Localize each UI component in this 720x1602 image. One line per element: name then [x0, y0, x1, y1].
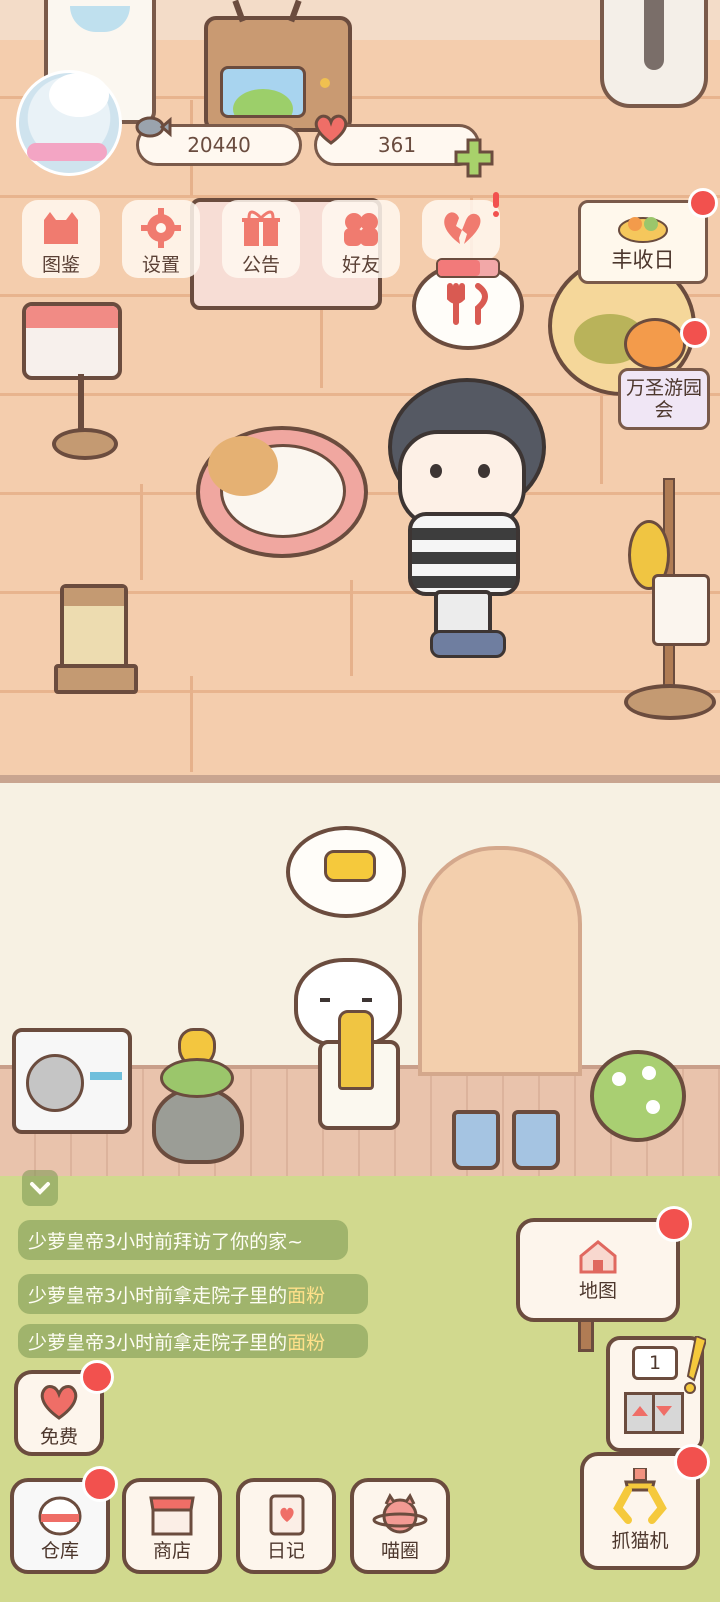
map-label: 地图: [578, 1279, 617, 1302]
floor-seam: [190, 676, 193, 772]
storage-jar-icon: [38, 1496, 82, 1536]
cat-book-icon: [44, 212, 78, 244]
collapse-feed-button[interactable]: [22, 1170, 58, 1206]
add-currency-button[interactable]: [452, 136, 496, 180]
calendar-pole: [78, 374, 84, 434]
arched-door[interactable]: [418, 846, 582, 1076]
player-shoes: [430, 630, 506, 658]
harvest-day-event[interactable]: 丰收日: [578, 200, 708, 284]
menu-friends-label: 好友: [341, 254, 380, 276]
warehouse-label: 仓库: [40, 1540, 79, 1562]
heart-icon: [40, 1385, 78, 1420]
feed-item-text: 少萝皇帝3小时前拿走院子里的: [28, 1331, 288, 1354]
feed-item: 少萝皇帝3小时前拿走院子里的 面粉: [18, 1274, 368, 1314]
free-label: 免费: [39, 1426, 78, 1448]
feed-item-highlight: 面粉: [287, 1331, 326, 1354]
fish-currency-value: 20440: [187, 133, 251, 157]
rain-boot-left: [452, 1110, 500, 1170]
calendar-base: [52, 428, 118, 460]
cat-thought-bubble[interactable]: [286, 826, 406, 918]
menu-announcement-button[interactable]: 公告: [222, 200, 300, 278]
player-body[interactable]: [408, 512, 520, 596]
harvest-notification-dot: [688, 188, 718, 218]
fork-knife-icon: [447, 283, 488, 325]
menu-catalog-button[interactable]: 图鉴: [22, 200, 100, 278]
broom: [338, 1010, 374, 1090]
up-down-arrows-icon: [632, 1406, 672, 1416]
cat-bed[interactable]: [196, 426, 368, 558]
map-button[interactable]: 地图: [516, 1218, 680, 1322]
flower-bush[interactable]: [590, 1050, 686, 1142]
broken-heart-icon: [444, 212, 481, 244]
map-notification-dot: [656, 1206, 692, 1242]
rain-boot-right: [512, 1110, 560, 1170]
feed-item-text: 少萝皇帝3小时前拜访了你的家~: [28, 1230, 304, 1253]
elevator-floor-number: 1: [632, 1346, 678, 1380]
store-icon: [149, 1496, 195, 1536]
bread-icon: [324, 850, 376, 882]
harvest-day-label: 丰收日: [611, 248, 675, 272]
room-divider: [0, 775, 720, 783]
menu-catalog-label: 图鉴: [41, 254, 80, 276]
diary-label: 日记: [266, 1540, 305, 1562]
player-avatar[interactable]: [16, 70, 122, 176]
tulip-leaves: [160, 1058, 234, 1098]
meow-circle-label: 喵圈: [380, 1540, 419, 1562]
menu-announcement-label: 公告: [241, 254, 280, 276]
diary-button[interactable]: 日记: [236, 1478, 336, 1574]
coat-rack-base: [624, 684, 716, 720]
diary-book-icon: [269, 1494, 305, 1536]
friends-icon: [344, 213, 378, 246]
floor-seam: [140, 484, 143, 580]
cat-planet-icon: [372, 1493, 428, 1534]
hunger-meter: [436, 258, 500, 278]
feed-item: 少萝皇帝3小时前拿走院子里的 面粉: [18, 1324, 368, 1358]
air-purifier[interactable]: [600, 0, 708, 108]
apron[interactable]: [652, 574, 710, 646]
free-notification-dot: [80, 1360, 114, 1394]
harvest-basket-icon: [618, 217, 668, 243]
calendar-stand[interactable]: [22, 302, 122, 380]
floor-seam: [350, 580, 353, 676]
feed-item-highlight: 面粉: [287, 1284, 326, 1307]
shop-label: 商店: [152, 1540, 191, 1562]
halloween-event[interactable]: 万圣游园会: [618, 368, 710, 430]
chevron-down-icon: [30, 1182, 50, 1195]
halloween-notification-dot: [680, 318, 710, 348]
claw-machine-notification-dot: [674, 1444, 710, 1480]
menu-friends-button[interactable]: 好友: [322, 200, 400, 278]
gear-icon: [141, 208, 181, 248]
meow-circle-button[interactable]: 喵圈: [350, 1478, 450, 1574]
feed-item-text: 少萝皇帝3小时前拿走院子里的: [28, 1284, 288, 1307]
claw-machine-label: 抓猫机: [611, 1530, 669, 1552]
floor-seam: [600, 388, 603, 484]
pumpkin-icon: [624, 318, 686, 370]
menu-settings-button[interactable]: 设置: [122, 200, 200, 278]
claw-icon: [613, 1468, 667, 1524]
elevator-alert-icon: [684, 1334, 708, 1396]
heart-icon: [312, 112, 350, 146]
scratching-post-base: [54, 664, 138, 694]
house-icon: [579, 1239, 617, 1273]
menu-settings-label: 设置: [141, 254, 180, 276]
warehouse-notification-dot: [82, 1466, 118, 1502]
heart-currency-value: 361: [377, 133, 417, 157]
fish-icon: [134, 112, 172, 142]
menu-broken-heart-button[interactable]: [422, 200, 500, 260]
gift-icon: [242, 210, 280, 246]
alert-exclamation-icon: [492, 192, 500, 218]
feed-item: 少萝皇帝3小时前拜访了你的家~: [18, 1220, 348, 1260]
halloween-event-label: 万圣游园会: [625, 377, 702, 421]
ac-unit[interactable]: [12, 1028, 132, 1134]
shop-button[interactable]: 商店: [122, 1478, 222, 1574]
plus-icon: [454, 138, 494, 178]
